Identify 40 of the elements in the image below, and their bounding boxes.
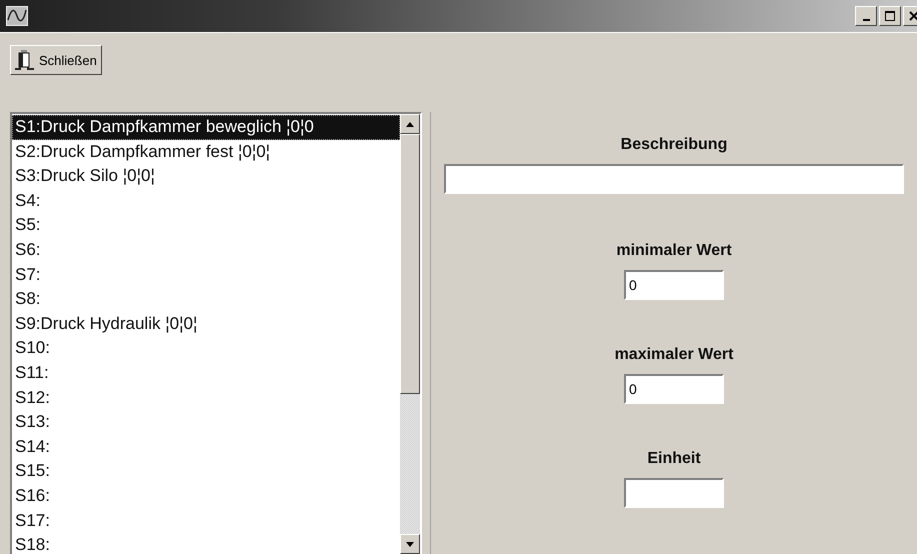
list-item[interactable]: S13: [12,410,400,435]
scroll-thumb[interactable] [400,134,420,394]
input-field[interactable]: 0 [624,374,724,404]
close-icon [909,11,917,21]
input-field[interactable] [444,164,904,194]
list-item[interactable]: S8: [12,287,400,312]
door-icon [15,49,35,71]
list-item[interactable]: S14: [12,434,400,460]
list-item[interactable]: S16: [12,484,400,508]
field-label: Einheit [647,450,701,468]
close-button[interactable]: Schließen [10,45,102,75]
down-arrow-icon [406,542,414,546]
list-item[interactable]: S9:Druck Hydraulik ¦0¦0¦ [12,312,400,336]
field-label: maximaler Wert [614,346,734,364]
scroll-down-button[interactable] [400,534,420,554]
maximize-button[interactable] [879,6,901,26]
list-item[interactable]: S1:Druck Dampfkammer beweglich ¦0¦0 [12,115,400,140]
list-item[interactable]: S15: [12,459,400,484]
scrollbar[interactable] [400,114,420,554]
field-label: Beschreibung [620,136,728,154]
up-arrow-icon [406,122,414,126]
list-item[interactable]: S5: [12,213,400,238]
list-item[interactable]: S3:Druck Silo ¦0¦0¦ [12,164,400,189]
list-item[interactable]: S7: [12,262,400,288]
list-item[interactable]: S2:Druck Dampfkammer fest ¦0¦0¦ [12,140,400,164]
list-item[interactable]: S17: [12,508,400,534]
minimize-icon [862,18,870,20]
list-item[interactable]: S4: [12,188,400,214]
minimize-button[interactable] [855,6,877,26]
list-item[interactable]: S11: [12,360,400,386]
scroll-up-button[interactable] [400,114,420,134]
list-item[interactable]: S6: [12,238,400,263]
maximize-icon [885,11,895,21]
list-item[interactable]: S10: [12,336,400,361]
input-field[interactable]: 0 [624,270,724,300]
list-item[interactable]: S12: [12,386,400,410]
list-item[interactable]: S18: [12,533,400,554]
field-label: minimaler Wert [616,242,732,260]
input-field[interactable] [624,478,724,508]
wave-icon [6,6,28,26]
